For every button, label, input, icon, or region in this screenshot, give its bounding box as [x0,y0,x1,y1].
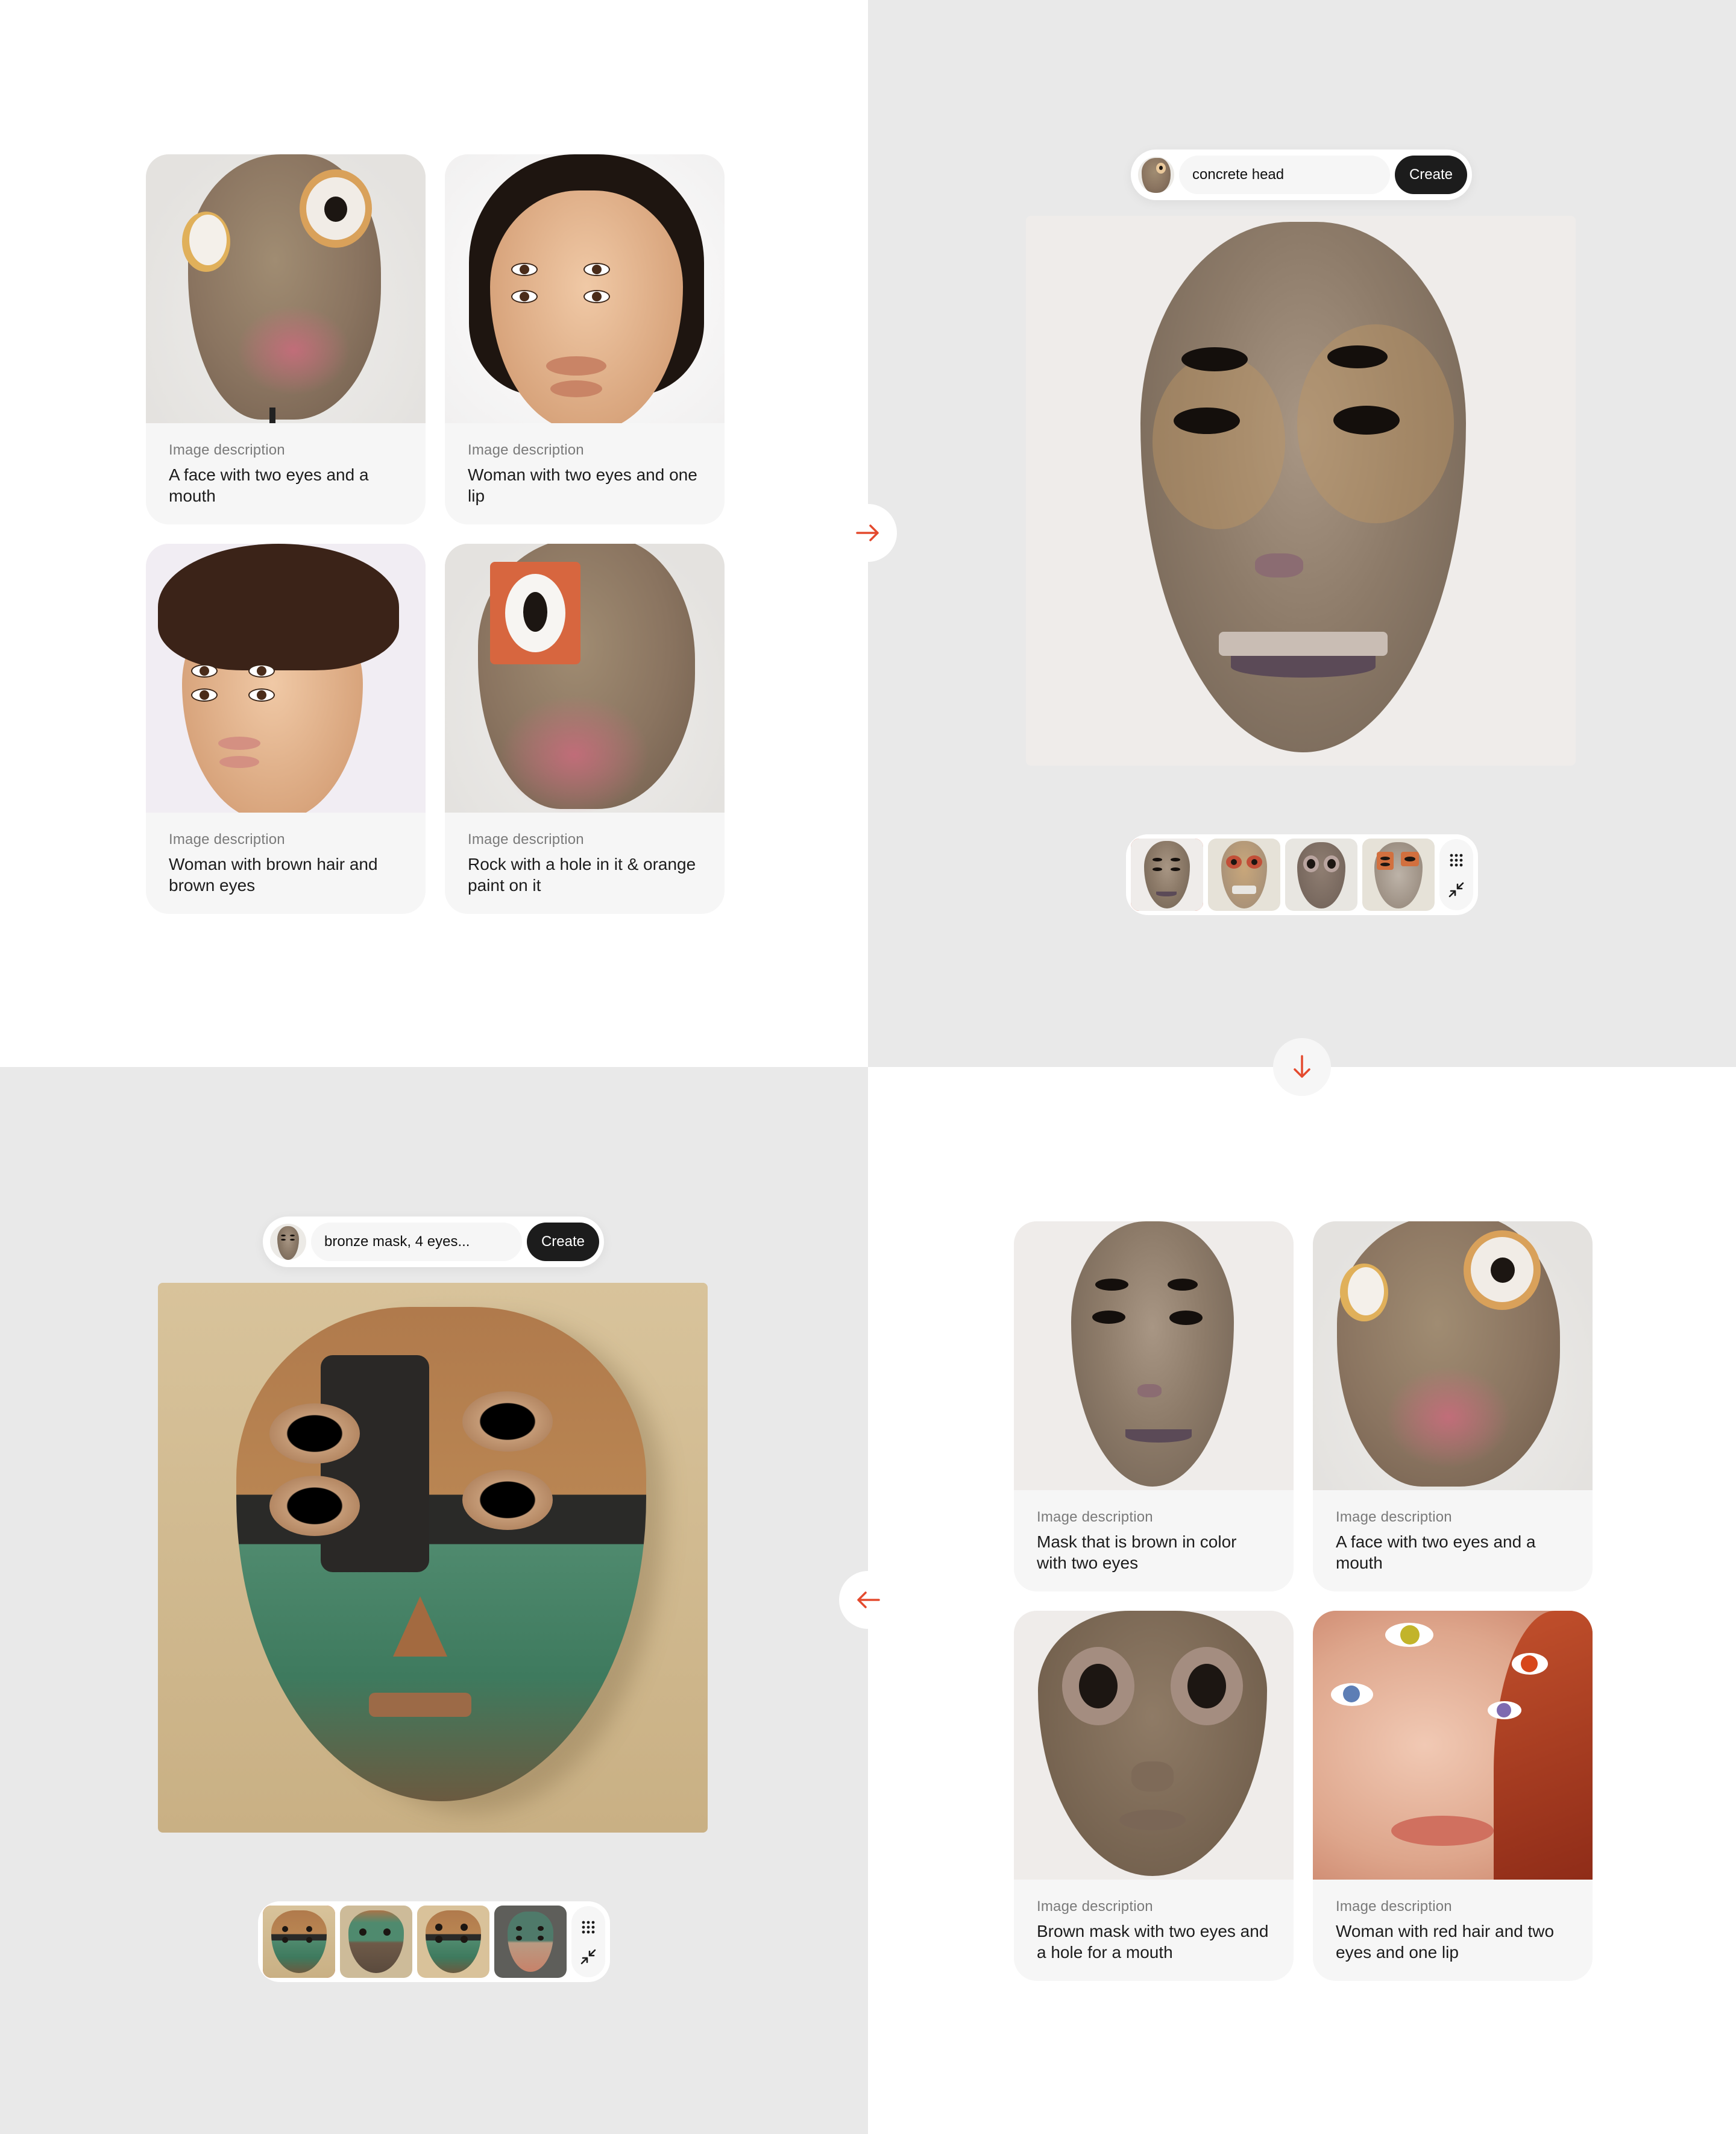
image-card[interactable]: Image description Woman with brown hair … [146,544,426,914]
card-image-concrete-face [146,154,426,423]
card-label: Image description [169,831,285,848]
variant-thumbnail[interactable] [340,1906,412,1978]
image-card[interactable]: Image description Rock with a hole in it… [445,544,725,914]
card-label: Image description [1037,1509,1153,1525]
variant-thumbnail-selected[interactable] [1131,839,1203,911]
card-description: Woman with brown hair and brown eyes [169,855,378,895]
variant-thumbnail[interactable] [1362,839,1435,911]
previous-step-button[interactable] [839,1571,897,1629]
generated-image-preview[interactable] [1026,216,1576,766]
variant-strip [1126,834,1478,915]
image-card[interactable]: Image description A face with two eyes a… [146,154,426,524]
arrow-right-icon [856,524,879,541]
create-button[interactable]: Create [1394,156,1467,194]
image-card[interactable]: Image description A face with two eyes a… [1313,1221,1593,1591]
card-label: Image description [468,442,584,458]
create-button[interactable]: Create [526,1223,599,1261]
card-label: Image description [468,831,584,848]
image-card[interactable]: Image description Mask that is brown in … [1014,1221,1294,1591]
grid-icon[interactable] [1447,851,1465,869]
variant-strip [258,1901,610,1982]
card-image-concrete-mask [1014,1221,1294,1490]
card-image-rock-orange-eye [445,544,725,813]
prompt-input[interactable]: bronze mask, 4 eyes... [311,1223,522,1261]
variant-tools [571,1906,605,1977]
card-image-woman-four-eyes [445,154,725,423]
card-image-bronze-mask [1014,1611,1294,1880]
image-card[interactable]: Image description Woman with two eyes an… [445,154,725,524]
card-description: A face with two eyes and a mouth [169,465,369,505]
card-description: Woman with two eyes and one lip [468,465,697,505]
collapse-icon[interactable] [579,1948,597,1966]
prompt-reference-avatar[interactable] [270,1224,306,1260]
grid-icon[interactable] [579,1918,597,1936]
card-description: Mask that is brown in color with two eye… [1037,1532,1237,1572]
step1-card-grid: Image description A face with two eyes a… [146,154,725,914]
prompt-bar: bronze mask, 4 eyes... Create [263,1217,604,1267]
image-card[interactable]: Image description Brown mask with two ey… [1014,1611,1294,1981]
card-description: Woman with red hair and two eyes and one… [1336,1922,1555,1962]
variant-thumbnail[interactable] [417,1906,489,1978]
card-label: Image description [169,442,285,458]
card-label: Image description [1336,1509,1452,1525]
generated-image-preview[interactable] [158,1283,708,1833]
arrow-down-icon [1294,1055,1310,1078]
variant-thumbnail[interactable] [1285,839,1357,911]
next-step-button[interactable] [839,504,897,562]
arrow-left-icon [857,1591,880,1608]
prompt-input[interactable]: concrete head [1179,156,1390,194]
prompt-bar: concrete head Create [1131,150,1472,200]
card-description: Brown mask with two eyes and a hole for … [1037,1922,1269,1962]
card-description: Rock with a hole in it & orange paint on… [468,855,696,895]
card-image-concrete-face [1313,1221,1593,1490]
prompt-reference-avatar[interactable] [1138,157,1174,193]
variant-thumbnail[interactable] [494,1906,567,1978]
card-image-woman-red-hair [1313,1611,1593,1880]
variant-thumbnail-selected[interactable] [263,1906,335,1978]
card-label: Image description [1037,1898,1153,1915]
step3-card-grid: Image description Mask that is brown in … [1014,1221,1593,1981]
card-description: A face with two eyes and a mouth [1336,1532,1536,1572]
image-card[interactable]: Image description Woman with red hair an… [1313,1611,1593,1981]
variant-thumbnail[interactable] [1208,839,1280,911]
next-step-down-button[interactable] [1273,1038,1331,1096]
card-image-woman-brown-hair [146,544,426,813]
variant-tools [1439,839,1473,910]
card-label: Image description [1336,1898,1452,1915]
collapse-icon[interactable] [1447,881,1465,899]
